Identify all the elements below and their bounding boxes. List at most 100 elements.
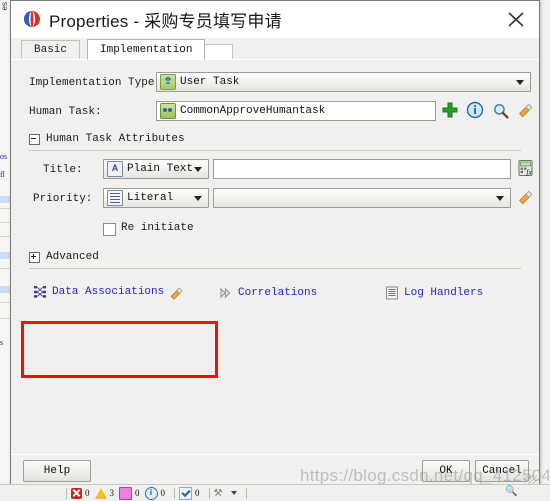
human-task-input[interactable]: CommonApproveHumantask bbox=[156, 101, 436, 121]
info-icon[interactable] bbox=[466, 101, 484, 124]
close-icon[interactable] bbox=[503, 7, 529, 31]
background-list-row bbox=[0, 196, 10, 203]
section-divider bbox=[29, 150, 521, 151]
title-label: Title: bbox=[43, 164, 83, 176]
status-separator bbox=[208, 487, 210, 499]
fx-expression-icon[interactable]: fx bbox=[517, 159, 535, 182]
log-handlers-label[interactable]: Log Handlers bbox=[404, 287, 483, 299]
status-tools[interactable]: ⚒ bbox=[214, 488, 237, 499]
background-list-divider bbox=[0, 318, 10, 319]
status-infos[interactable]: i 0 bbox=[144, 486, 166, 500]
data-associations-icon bbox=[33, 285, 47, 299]
background-left-panel bbox=[0, 0, 10, 480]
priority-type-select[interactable]: Literal bbox=[103, 188, 209, 208]
edit-pencil-icon[interactable] bbox=[169, 285, 183, 300]
tab-basic[interactable]: Basic bbox=[21, 40, 81, 60]
watermark-text: https://blog.csdn.net/qq_41250444 bbox=[300, 466, 550, 485]
chevron-down-icon bbox=[194, 195, 202, 201]
data-associations-link-row[interactable]: Data Associations bbox=[33, 285, 183, 300]
check-icon bbox=[179, 486, 192, 500]
edit-pencil-icon[interactable] bbox=[517, 101, 535, 124]
background-text-fragment: fl bbox=[0, 170, 5, 179]
background-right-panel bbox=[540, 0, 550, 500]
log-handlers-icon bbox=[385, 286, 399, 300]
human-task-value: CommonApproveHumantask bbox=[180, 105, 326, 117]
background-list-divider bbox=[0, 268, 10, 269]
background-list-divider bbox=[0, 222, 10, 223]
tabstrip: Basic Implementation bbox=[11, 38, 539, 61]
section-divider bbox=[29, 268, 521, 269]
status-separator bbox=[174, 487, 175, 499]
human-task-icon bbox=[160, 103, 176, 119]
ide-status-bar: 0 3 0 i 0 0 ⚒ bbox=[0, 484, 550, 501]
re-initiate-checkbox[interactable] bbox=[103, 223, 116, 236]
background-list-row bbox=[0, 252, 10, 259]
background-list-row bbox=[0, 286, 10, 293]
expand-expander-icon[interactable] bbox=[29, 251, 40, 263]
wrench-icon: ⚒ bbox=[213, 487, 223, 499]
priority-label: Priority: bbox=[33, 193, 93, 205]
advanced-section-header[interactable]: Advanced bbox=[29, 251, 99, 263]
warning-icon bbox=[94, 487, 107, 499]
error-icon bbox=[71, 487, 82, 499]
info-count: 0 bbox=[160, 488, 166, 498]
tab-implementation[interactable]: Implementation bbox=[87, 39, 206, 60]
task-count: 0 bbox=[135, 488, 140, 498]
svg-text:fx: fx bbox=[526, 167, 532, 176]
task-icon bbox=[119, 486, 132, 500]
literal-icon bbox=[107, 190, 123, 206]
human-task-attributes-label: Human Task Attributes bbox=[46, 133, 185, 145]
correlations-label[interactable]: Correlations bbox=[238, 287, 317, 299]
collapse-expander-icon[interactable] bbox=[29, 133, 40, 145]
human-task-attributes-section-header[interactable]: Human Task Attributes bbox=[29, 133, 185, 145]
re-initiate-label: Re initiate bbox=[121, 222, 194, 234]
status-errors[interactable]: 0 bbox=[71, 487, 90, 499]
priority-value-select[interactable] bbox=[213, 188, 511, 208]
log-handlers-link-row[interactable]: Log Handlers bbox=[385, 286, 483, 300]
properties-dialog: Properties - 采购专员填写申请 Basic Implementati… bbox=[10, 0, 540, 487]
priority-type-value: Literal bbox=[127, 192, 174, 204]
plain-text-icon: A bbox=[107, 161, 123, 177]
implementation-type-label: Implementation Type: bbox=[29, 77, 162, 89]
dialog-title: Properties - 采购专员填写申请 bbox=[49, 12, 282, 31]
chevron-down-icon bbox=[516, 79, 524, 85]
correlations-link-row[interactable]: Correlations bbox=[219, 286, 317, 300]
status-separator bbox=[245, 487, 247, 499]
title-type-value: Plain Text bbox=[127, 163, 194, 175]
dialog-titlebar: Properties - 采购专员填写申请 bbox=[11, 1, 539, 38]
background-text-fragment: s bbox=[0, 338, 4, 347]
info-icon: i bbox=[144, 486, 158, 500]
chevron-down-icon bbox=[194, 166, 202, 172]
implementation-type-select[interactable]: User Task bbox=[156, 72, 531, 92]
error-count: 0 bbox=[85, 488, 90, 498]
help-button[interactable]: Help bbox=[23, 460, 91, 482]
correlations-icon bbox=[219, 286, 233, 300]
advanced-label: Advanced bbox=[46, 251, 99, 263]
user-task-icon bbox=[160, 74, 176, 90]
status-checks[interactable]: 0 bbox=[179, 486, 200, 500]
dialog-body: Implementation Type: User Task Human Tas… bbox=[11, 59, 539, 454]
chevron-down-icon bbox=[496, 195, 504, 201]
status-tasks[interactable]: 0 bbox=[119, 486, 140, 500]
background-text-fragment: os bbox=[0, 152, 8, 161]
search-icon[interactable] bbox=[492, 102, 510, 125]
title-input[interactable] bbox=[213, 159, 511, 179]
chevron-down-icon[interactable] bbox=[230, 491, 237, 495]
status-search-icon[interactable]: 🔍 bbox=[505, 486, 517, 497]
title-type-select[interactable]: A Plain Text bbox=[103, 159, 209, 179]
edit-pencil-icon[interactable] bbox=[517, 188, 535, 211]
background-vertical-tab-label: es bbox=[0, 2, 9, 11]
implementation-type-value: User Task bbox=[180, 76, 240, 88]
oracle-jdeveloper-icon bbox=[23, 10, 41, 28]
background-list-divider bbox=[0, 236, 10, 237]
highlight-annotation-box bbox=[21, 321, 218, 378]
data-associations-label[interactable]: Data Associations bbox=[52, 286, 164, 298]
status-separator bbox=[66, 487, 67, 499]
add-icon[interactable] bbox=[441, 101, 459, 124]
status-warnings[interactable]: 3 bbox=[94, 487, 115, 499]
human-task-label: Human Task: bbox=[29, 106, 102, 118]
warning-count: 3 bbox=[109, 488, 115, 498]
check-count: 0 bbox=[195, 488, 200, 498]
background-list-divider bbox=[0, 302, 10, 303]
background-list-divider bbox=[0, 208, 10, 209]
